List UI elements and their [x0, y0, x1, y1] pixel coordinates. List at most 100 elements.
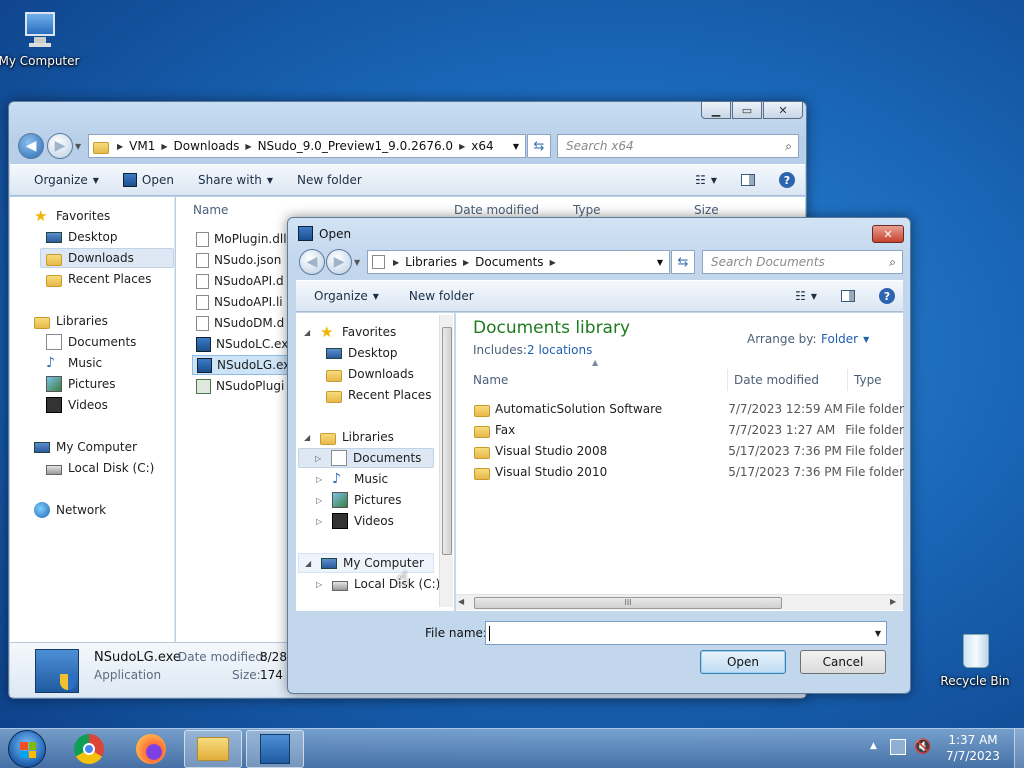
breadcrumb-segment[interactable]: Documents — [469, 255, 549, 269]
file-row[interactable]: NSudoAPI.d — [196, 271, 284, 291]
chevron-down-icon[interactable]: ▼ — [657, 258, 663, 267]
clock[interactable]: 1:37 AM 7/7/2023 — [936, 732, 1010, 764]
nav-videos[interactable]: Videos — [46, 395, 108, 415]
breadcrumb-segment[interactable]: VM1 — [123, 139, 161, 153]
help-button[interactable]: ? — [867, 288, 903, 304]
column-header-date[interactable]: Date modified — [734, 373, 819, 387]
nav-libraries[interactable]: ◢ Libraries — [304, 427, 394, 447]
column-header-size[interactable]: Size — [694, 203, 719, 217]
nav-downloads[interactable]: Downloads — [40, 248, 174, 268]
volume-muted-icon[interactable]: 🔇 — [914, 739, 931, 755]
open-button[interactable]: Open — [111, 173, 186, 187]
breadcrumb-segment[interactable]: Downloads — [168, 139, 246, 153]
start-button[interactable] — [8, 730, 46, 768]
back-button[interactable]: ◀ — [18, 133, 44, 159]
file-row[interactable]: NSudoLC.ex — [196, 334, 288, 354]
scrollbar-thumb[interactable]: III — [474, 597, 782, 609]
nav-documents[interactable]: Documents — [46, 332, 136, 352]
preview-pane-button[interactable] — [729, 174, 767, 186]
chevron-down-icon[interactable]: ▼ — [875, 629, 881, 638]
nav-network[interactable]: Network — [34, 500, 106, 520]
address-bar[interactable]: ▶ VM1 ▶ Downloads ▶ NSudo_9.0_Preview1_9… — [88, 134, 526, 158]
recent-pages-dropdown[interactable]: ▼ — [354, 258, 364, 267]
forward-button[interactable]: ▶ — [47, 133, 73, 159]
column-header-type[interactable]: Type — [573, 203, 601, 217]
taskbar-firefox[interactable] — [122, 730, 180, 768]
view-menu[interactable]: ☷ ▼ — [783, 289, 829, 303]
close-button[interactable]: ✕ — [763, 101, 803, 119]
close-button[interactable]: ✕ — [872, 225, 904, 243]
nav-my-computer[interactable]: My Computer — [34, 437, 137, 457]
chevron-down-icon[interactable]: ▼ — [513, 142, 519, 151]
breadcrumb-segment[interactable]: Libraries — [399, 255, 463, 269]
nav-videos[interactable]: ▷ Videos — [316, 511, 394, 531]
refresh-button[interactable]: ⇆ — [527, 134, 551, 158]
cancel-button[interactable]: Cancel — [800, 650, 886, 674]
nav-desktop[interactable]: Desktop — [46, 227, 118, 247]
nav-desktop[interactable]: Desktop — [326, 343, 398, 363]
maximize-button[interactable]: ▭ — [732, 101, 762, 119]
scroll-right-arrow[interactable]: ▶ — [890, 597, 896, 606]
taskbar-explorer[interactable] — [184, 730, 242, 768]
file-name-input[interactable]: ▼ — [485, 621, 887, 645]
nav-scrollbar[interactable] — [439, 315, 453, 607]
share-with-menu[interactable]: Share with ▼ — [186, 173, 285, 187]
file-row[interactable]: NSudoDM.d — [196, 313, 284, 333]
breadcrumb-segment[interactable]: NSudo_9.0_Preview1_9.0.2676.0 — [252, 139, 459, 153]
file-row-selected[interactable]: NSudoLG.ex — [192, 355, 302, 375]
taskbar-chrome[interactable] — [60, 730, 118, 768]
nav-music[interactable]: ▷ ♪ Music — [316, 469, 388, 489]
refresh-button[interactable]: ⇆ — [671, 250, 695, 274]
nav-local-disk[interactable]: ▷ Local Disk (C:) — [316, 574, 440, 594]
forward-button[interactable]: ▶ — [326, 249, 352, 275]
nav-favorites[interactable]: ★ Favorites — [34, 206, 110, 226]
nav-libraries[interactable]: Libraries — [34, 311, 108, 331]
organize-menu[interactable]: Organize ▼ — [296, 289, 391, 303]
minimize-button[interactable]: ▁ — [701, 101, 731, 119]
scrollbar-thumb[interactable] — [442, 327, 452, 555]
organize-menu[interactable]: Organize ▼ — [10, 173, 111, 187]
breadcrumb-segment[interactable]: x64 — [465, 139, 499, 153]
column-header-date[interactable]: Date modified — [454, 203, 539, 217]
nav-recent-places[interactable]: Recent Places — [46, 269, 151, 289]
desktop-icon-my-computer[interactable]: My Computer — [0, 10, 84, 68]
help-button[interactable]: ? — [767, 172, 805, 188]
view-menu[interactable]: ☷ ▼ — [683, 173, 729, 187]
back-button[interactable]: ◀ — [299, 249, 325, 275]
folder-row[interactable]: Visual Studio 2008 5/17/2023 7:36 PM File … — [474, 441, 904, 461]
locations-link[interactable]: 2 locations — [527, 343, 592, 357]
file-row[interactable]: NSudo.json — [196, 250, 281, 270]
search-input[interactable]: Search x64 ⌕ — [557, 134, 799, 158]
taskbar-nsudo[interactable] — [246, 730, 304, 768]
folder-row[interactable]: AutomaticSolution Software 7/7/2023 12:59… — [474, 399, 904, 419]
column-header-name[interactable]: Name — [193, 203, 228, 217]
arrange-by-dropdown[interactable]: Folder ▼ — [821, 332, 869, 346]
nav-local-disk[interactable]: Local Disk (C:) — [46, 458, 154, 478]
scroll-left-arrow[interactable]: ◀ — [458, 597, 464, 606]
nav-downloads[interactable]: Downloads — [326, 364, 414, 384]
recent-pages-dropdown[interactable]: ▼ — [75, 142, 85, 151]
new-folder-button[interactable]: New folder — [391, 289, 486, 303]
nav-documents[interactable]: ▷ Documents — [298, 448, 434, 468]
folder-row[interactable]: Fax 7/7/2023 1:27 AM File folder — [474, 420, 904, 440]
show-hidden-icons-button[interactable]: ▲ — [870, 741, 877, 751]
file-row[interactable]: NSudoAPI.li — [196, 292, 283, 312]
nav-music[interactable]: ♪ Music — [46, 353, 102, 373]
address-bar[interactable]: ▶ Libraries ▶ Documents ▶ ▼ — [367, 250, 670, 274]
file-row[interactable]: NSudoPlugi — [196, 376, 284, 396]
nav-pictures[interactable]: ▷ Pictures — [316, 490, 402, 510]
column-header-name[interactable]: Name — [473, 373, 508, 387]
nav-recent-places[interactable]: Recent Places — [326, 385, 431, 405]
search-input[interactable]: Search Documents ⌕ — [702, 250, 903, 274]
horizontal-scrollbar[interactable]: ◀ III ▶ — [456, 594, 903, 610]
nav-favorites[interactable]: ◢ ★ Favorites — [304, 322, 396, 342]
show-desktop-button[interactable] — [1014, 729, 1024, 768]
desktop-icon-recycle-bin[interactable]: Recycle Bin — [930, 630, 1020, 688]
column-header-type[interactable]: Type — [854, 373, 882, 387]
network-tray-icon[interactable] — [890, 739, 906, 755]
folder-row[interactable]: Visual Studio 2010 5/17/2023 7:36 PM File … — [474, 462, 904, 482]
nav-pictures[interactable]: Pictures — [46, 374, 116, 394]
file-row[interactable]: MoPlugin.dll — [196, 229, 287, 249]
new-folder-button[interactable]: New folder — [285, 173, 374, 187]
nav-my-computer[interactable]: ◢ My Computer — [298, 553, 434, 573]
